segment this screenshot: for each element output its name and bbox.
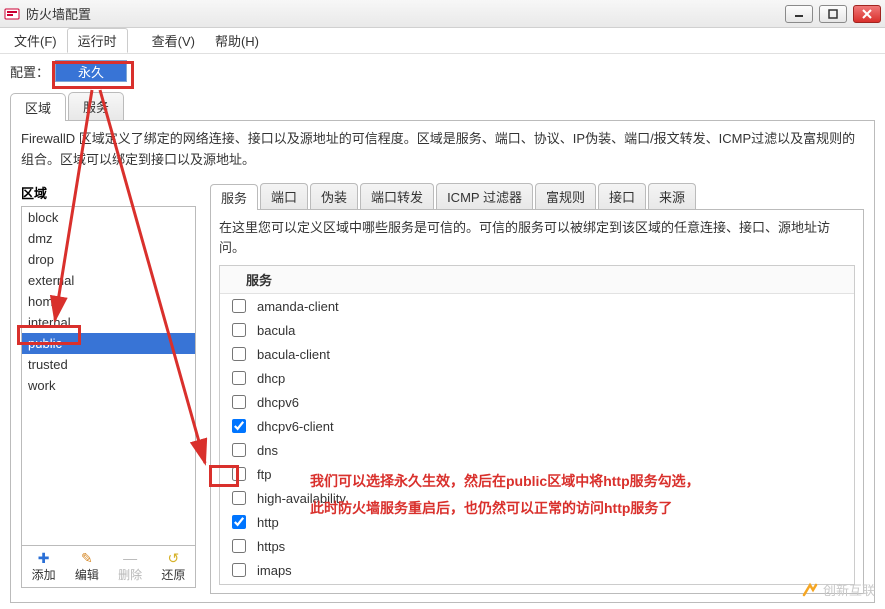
zone-item-trusted[interactable]: trusted bbox=[22, 354, 195, 375]
service-row-dhcpv6-client[interactable]: dhcpv6-client bbox=[220, 414, 854, 438]
service-checkbox-dns[interactable] bbox=[232, 443, 246, 457]
service-label: dhcpv6 bbox=[257, 395, 299, 410]
tab-zone[interactable]: 区域 bbox=[10, 93, 66, 121]
zone-delete-button[interactable]: —删除 bbox=[109, 546, 152, 587]
app-icon bbox=[4, 6, 20, 22]
annotation-text: 我们可以选择永久生效，然后在public区域中将http服务勾选， 此时防火墙服… bbox=[310, 468, 700, 521]
config-row: 配置： 永久 bbox=[0, 54, 885, 88]
watermark: 创新互联 bbox=[801, 580, 875, 599]
service-row-amanda-client[interactable]: amanda-client bbox=[220, 294, 854, 318]
service-label: dhcpv6-client bbox=[257, 419, 334, 434]
service-row-dhcp[interactable]: dhcp bbox=[220, 366, 854, 390]
watermark-icon bbox=[801, 581, 819, 599]
restore-icon: ↺ bbox=[152, 550, 195, 566]
zone-item-drop[interactable]: drop bbox=[22, 249, 195, 270]
zone-item-internal[interactable]: internal bbox=[22, 312, 195, 333]
config-label: 配置： bbox=[10, 62, 49, 81]
service-checkbox-https[interactable] bbox=[232, 539, 246, 553]
zone-description: FirewallD 区域定义了绑定的网络连接、接口以及源地址的可信程度。区域是服… bbox=[21, 129, 864, 171]
service-checkbox-imaps[interactable] bbox=[232, 563, 246, 577]
service-row-dhcpv6[interactable]: dhcpv6 bbox=[220, 390, 854, 414]
zone-item-block[interactable]: block bbox=[22, 207, 195, 228]
minimize-button[interactable] bbox=[785, 5, 813, 23]
zone-panel: FirewallD 区域定义了绑定的网络连接、接口以及源地址的可信程度。区域是服… bbox=[10, 120, 875, 603]
service-checkbox-ftp[interactable] bbox=[232, 467, 246, 481]
service-checkbox-dhcpv6-client[interactable] bbox=[232, 419, 246, 433]
service-checkbox-http[interactable] bbox=[232, 515, 246, 529]
service-row-imaps[interactable]: imaps bbox=[220, 558, 854, 582]
subtab-6[interactable]: 接口 bbox=[598, 183, 646, 209]
subtab-7[interactable]: 来源 bbox=[648, 183, 696, 209]
service-row-bacula-client[interactable]: bacula-client bbox=[220, 342, 854, 366]
zone-list[interactable]: blockdmzdropexternalhomeinternalpublictr… bbox=[21, 206, 196, 546]
service-subpanel: 在这里您可以定义区域中哪些服务是可信的。可信的服务可以被绑定到该区域的任意连接、… bbox=[210, 209, 864, 595]
service-label: imaps bbox=[257, 563, 292, 578]
zone-item-public[interactable]: public bbox=[22, 333, 195, 354]
service-label: http bbox=[257, 515, 279, 530]
menu-runtime[interactable]: 运行时 bbox=[67, 28, 128, 53]
subtab-0[interactable]: 服务 bbox=[210, 184, 258, 210]
menu-help[interactable]: 帮助(H) bbox=[205, 28, 269, 53]
service-label: ftp bbox=[257, 467, 271, 482]
service-label: dns bbox=[257, 443, 278, 458]
service-checkbox-dhcp[interactable] bbox=[232, 371, 246, 385]
service-checkbox-high-availability[interactable] bbox=[232, 491, 246, 505]
zone-item-work[interactable]: work bbox=[22, 375, 195, 396]
menu-view[interactable]: 查看(V) bbox=[142, 28, 205, 53]
top-tabstrip: 区域 服务 bbox=[10, 92, 875, 120]
titlebar: 防火墙配置 bbox=[0, 0, 885, 28]
subtab-2[interactable]: 伪装 bbox=[310, 183, 358, 209]
zone-toolbar: ✚添加 ✎编辑 —删除 ↺还原 bbox=[21, 546, 196, 588]
service-row-ipp[interactable]: ipp bbox=[220, 582, 854, 585]
subtab-4[interactable]: ICMP 过滤器 bbox=[436, 183, 533, 209]
zone-restore-button[interactable]: ↺还原 bbox=[152, 546, 195, 587]
subtab-5[interactable]: 富规则 bbox=[535, 183, 596, 209]
service-label: bacula-client bbox=[257, 347, 330, 362]
maximize-button[interactable] bbox=[819, 5, 847, 23]
config-value: 永久 bbox=[78, 62, 104, 81]
zone-heading: 区域 bbox=[21, 183, 196, 202]
window-title: 防火墙配置 bbox=[26, 4, 785, 23]
service-list[interactable]: 服务 amanda-client bacula bacula-client dhcp d… bbox=[219, 265, 855, 585]
zone-edit-button[interactable]: ✎编辑 bbox=[65, 546, 108, 587]
service-checkbox-dhcpv6[interactable] bbox=[232, 395, 246, 409]
subtab-1[interactable]: 端口 bbox=[260, 183, 308, 209]
zone-add-button[interactable]: ✚添加 bbox=[22, 546, 65, 587]
menu-file[interactable]: 文件(F) bbox=[4, 28, 67, 53]
service-checkbox-bacula-client[interactable] bbox=[232, 347, 246, 361]
zone-item-dmz[interactable]: dmz bbox=[22, 228, 195, 249]
close-button[interactable] bbox=[853, 5, 881, 23]
pencil-icon: ✎ bbox=[65, 550, 108, 566]
service-row-dns[interactable]: dns bbox=[220, 438, 854, 462]
menubar: 文件(F) 运行时 查看(V) 帮助(H) bbox=[0, 28, 885, 54]
config-combo[interactable]: 永久 bbox=[55, 60, 127, 82]
service-label: dhcp bbox=[257, 371, 285, 386]
tab-service[interactable]: 服务 bbox=[68, 92, 124, 120]
subtab-3[interactable]: 端口转发 bbox=[360, 183, 434, 209]
service-checkbox-amanda-client[interactable] bbox=[232, 299, 246, 313]
zone-item-home[interactable]: home bbox=[22, 291, 195, 312]
service-label: https bbox=[257, 539, 285, 554]
plus-icon: ✚ bbox=[22, 550, 65, 566]
service-column-header: 服务 bbox=[220, 266, 854, 294]
service-row-bacula[interactable]: bacula bbox=[220, 318, 854, 342]
service-checkbox-bacula[interactable] bbox=[232, 323, 246, 337]
service-row-https[interactable]: https bbox=[220, 534, 854, 558]
sub-tabstrip: 服务端口伪装端口转发ICMP 过滤器富规则接口来源 bbox=[210, 183, 864, 209]
zone-item-external[interactable]: external bbox=[22, 270, 195, 291]
minus-icon: — bbox=[109, 550, 152, 566]
service-label: bacula bbox=[257, 323, 295, 338]
service-description: 在这里您可以定义区域中哪些服务是可信的。可信的服务可以被绑定到该区域的任意连接、… bbox=[219, 218, 855, 260]
service-label: amanda-client bbox=[257, 299, 339, 314]
